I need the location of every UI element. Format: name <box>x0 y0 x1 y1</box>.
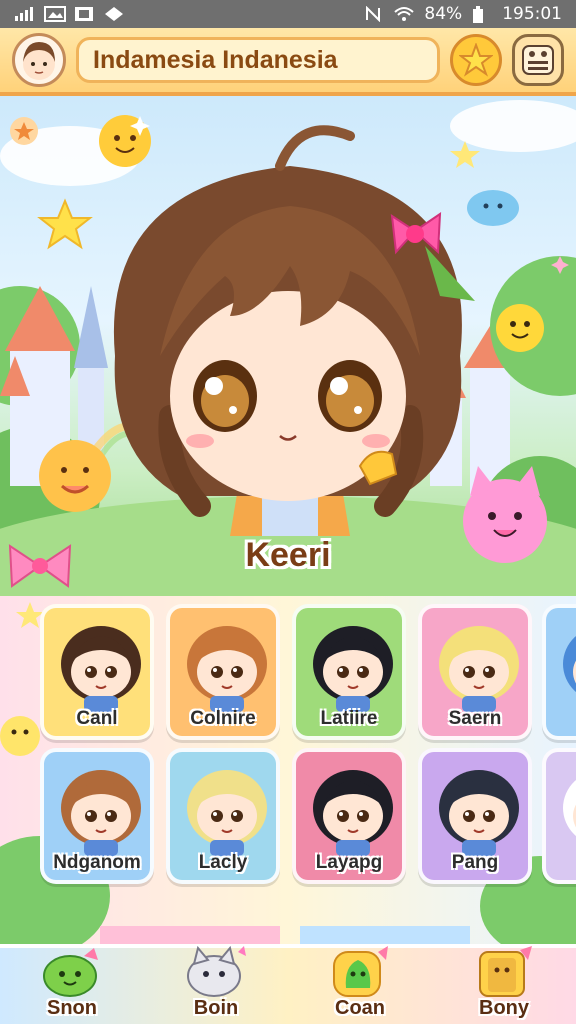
green-blob-icon <box>43 948 98 997</box>
top-header: Indamesia Indanesia <box>0 28 576 96</box>
character-portrait-icon <box>439 770 519 856</box>
character-portrait-icon <box>187 626 267 712</box>
wifi-icon <box>394 6 415 22</box>
battery-icon <box>472 6 492 23</box>
image-icon <box>44 6 66 22</box>
nav-label: Bony <box>479 997 529 1019</box>
nav-item-bony[interactable]: Bony <box>448 944 560 1020</box>
nav-item-boin[interactable]: Boin <box>160 944 272 1020</box>
main-character[interactable] <box>113 125 475 536</box>
status-bar: 84% 195:01 <box>0 0 576 28</box>
nav-item-snon[interactable]: Snon <box>16 944 128 1020</box>
character-card[interactable]: Pang <box>418 748 532 884</box>
character-portrait-icon <box>439 626 519 712</box>
nav-label: Boin <box>193 997 239 1019</box>
character-portrait-icon <box>313 770 393 856</box>
character-portrait-icon <box>61 770 141 856</box>
character-card-label: Colnire <box>190 708 256 729</box>
mute-icon <box>364 5 384 23</box>
character-card[interactable] <box>542 748 576 884</box>
character-card-label: Lacly <box>198 852 248 873</box>
character-card-label: Layapg <box>315 852 383 873</box>
character-card-label: Saern <box>448 708 502 729</box>
signal-icon <box>14 6 34 22</box>
character-card-label: Latiire <box>320 708 378 729</box>
hero-scene: Keeri <box>0 96 576 596</box>
character-card[interactable]: Lacly <box>166 748 280 884</box>
bottom-navigation: Snon Boin Coan Bony <box>0 944 576 1024</box>
character-card[interactable]: Colnire <box>166 604 280 740</box>
notification-icon <box>74 6 94 22</box>
character-card-label: Canl <box>76 708 118 729</box>
character-portrait-icon <box>563 779 576 837</box>
character-card-label: Pang <box>451 852 499 873</box>
character-card[interactable]: Saern <box>418 604 532 740</box>
character-card[interactable]: Ndganom <box>40 748 154 884</box>
favorites-button[interactable] <box>450 34 502 86</box>
menu-button[interactable] <box>512 34 564 86</box>
battery-percent: 84% <box>424 4 463 24</box>
cat-icon <box>187 945 246 997</box>
hero-background <box>0 100 576 596</box>
box-icon <box>479 946 532 997</box>
character-portrait-icon <box>313 626 393 712</box>
avatar-face-icon <box>23 42 55 80</box>
nav-label: Snon <box>47 997 97 1019</box>
clock: 195:01 <box>502 4 562 24</box>
character-roster: Canl Colnire Latiire Saern Ndganom Lacly Layap… <box>0 596 576 944</box>
navigation-icon <box>104 6 124 22</box>
character-portrait-icon <box>187 770 267 856</box>
coin-leaf-icon <box>333 946 388 997</box>
nav-label: Coan <box>335 997 385 1019</box>
character-name: Keeri <box>245 536 331 574</box>
character-card[interactable] <box>542 604 576 740</box>
game-title: Indamesia Indanesia <box>93 45 338 74</box>
character-portrait-icon <box>61 626 141 712</box>
nav-item-coan[interactable]: Coan <box>304 944 416 1020</box>
player-avatar[interactable] <box>12 33 66 87</box>
game-title-banner: Indamesia Indanesia <box>76 37 440 83</box>
menu-icon <box>522 45 554 75</box>
character-card[interactable]: Layapg <box>292 748 406 884</box>
star-icon <box>459 43 493 77</box>
character-portrait-icon <box>563 635 576 693</box>
character-card[interactable]: Latiire <box>292 604 406 740</box>
character-card[interactable]: Canl <box>40 604 154 740</box>
character-card-label: Ndganom <box>53 852 141 873</box>
